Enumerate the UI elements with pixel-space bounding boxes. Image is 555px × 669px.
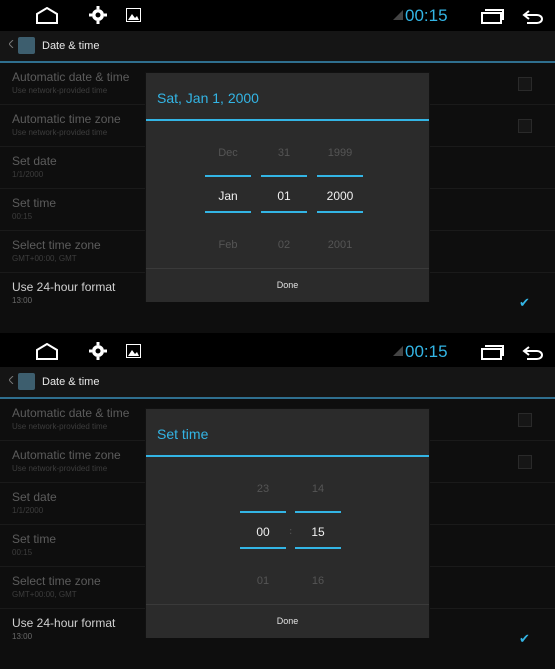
picker-divider — [261, 175, 307, 177]
up-caret-icon[interactable] — [9, 376, 14, 384]
gallery-icon[interactable] — [126, 344, 141, 358]
time-screen: 00:15 Date & time Automatic date & time … — [0, 336, 555, 669]
checkbox[interactable] — [518, 413, 532, 427]
setting-summary: 13:00 — [12, 632, 33, 641]
setting-title: Select time zone — [12, 574, 101, 588]
year-prev[interactable]: 1999 — [316, 147, 364, 159]
setting-title: Set time — [12, 196, 57, 210]
gallery-icon[interactable] — [126, 8, 141, 22]
dialog-title-divider — [146, 455, 429, 457]
picker-divider — [240, 511, 286, 513]
status-clock: 00:15 — [405, 342, 448, 361]
setting-summary: GMT+00:00, GMT — [12, 254, 77, 263]
checkbox[interactable] — [518, 455, 532, 469]
action-bar-title: Date & time — [42, 40, 100, 52]
settings-app-icon[interactable] — [18, 37, 35, 54]
year-picker[interactable]: 1999 2000 2001 — [316, 121, 364, 268]
setting-title: Set time — [12, 532, 57, 546]
home-icon[interactable] — [35, 7, 59, 24]
settings-icon[interactable] — [88, 341, 108, 361]
done-button[interactable]: Done — [146, 605, 429, 638]
action-bar: Date & time — [0, 367, 555, 399]
setting-title: Set date — [12, 154, 57, 168]
settings-app-icon[interactable] — [18, 373, 35, 390]
action-bar: Date & time — [0, 31, 555, 63]
system-bar: 00:15 — [0, 336, 555, 367]
dialog-title: Sat, Jan 1, 2000 — [157, 90, 259, 106]
hour-next[interactable]: 01 — [239, 575, 287, 587]
dialog-footer: Done — [146, 268, 429, 302]
setting-summary: 00:15 — [12, 548, 33, 557]
minute-picker[interactable]: 14 15 16 — [294, 457, 342, 604]
setting-summary: GMT+00:00, GMT — [12, 590, 77, 599]
hour-prev[interactable]: 23 — [239, 483, 287, 495]
year-next[interactable]: 2001 — [316, 239, 364, 251]
picker-divider — [205, 211, 251, 213]
month-current[interactable]: Jan — [204, 189, 252, 203]
year-current[interactable]: 2000 — [316, 189, 364, 203]
setting-title: Automatic date & time — [12, 406, 130, 420]
signal-icon — [393, 346, 403, 356]
picker-divider — [295, 511, 341, 513]
checkmark-icon[interactable]: ✔ — [519, 632, 530, 647]
setting-title: Automatic time zone — [12, 448, 121, 462]
done-button[interactable]: Done — [146, 269, 429, 302]
day-current[interactable]: 01 — [260, 189, 308, 203]
day-prev[interactable]: 31 — [260, 147, 308, 159]
day-next[interactable]: 02 — [260, 239, 308, 251]
back-icon[interactable] — [522, 345, 544, 361]
setting-summary: 00:15 — [12, 212, 33, 221]
minute-next[interactable]: 16 — [294, 575, 342, 587]
time-separator: : — [289, 526, 293, 537]
recent-apps-icon[interactable] — [481, 345, 505, 360]
minute-current[interactable]: 15 — [294, 525, 342, 539]
checkbox[interactable] — [518, 119, 532, 133]
month-prev[interactable]: Dec — [204, 147, 252, 159]
settings-icon[interactable] — [88, 5, 108, 25]
setting-title: Select time zone — [12, 238, 101, 252]
setting-title: Set date — [12, 490, 57, 504]
time-picker-dialog: Set time 23 00 01 : 14 15 16 Done — [146, 409, 429, 638]
month-next[interactable]: Feb — [204, 239, 252, 251]
checkbox[interactable] — [518, 77, 532, 91]
system-bar: 00:15 — [0, 0, 555, 31]
signal-icon — [393, 10, 403, 20]
setting-summary: Use network-provided time — [12, 86, 108, 95]
picker-divider — [205, 175, 251, 177]
setting-title: Automatic date & time — [12, 70, 130, 84]
setting-summary: 1/1/2000 — [12, 170, 44, 179]
action-bar-title: Date & time — [42, 376, 100, 388]
minute-prev[interactable]: 14 — [294, 483, 342, 495]
date-picker-dialog: Sat, Jan 1, 2000 Dec Jan Feb 31 01 02 19… — [146, 73, 429, 302]
status-clock: 00:15 — [405, 6, 448, 25]
date-screen: 00:15 Date & time Automatic date & time … — [0, 0, 555, 333]
recent-apps-icon[interactable] — [481, 9, 505, 24]
setting-title: Use 24-hour format — [12, 280, 116, 294]
picker-divider — [261, 211, 307, 213]
hour-current[interactable]: 00 — [239, 525, 287, 539]
up-caret-icon[interactable] — [9, 40, 14, 48]
setting-title: Use 24-hour format — [12, 616, 116, 630]
dialog-title: Set time — [157, 426, 209, 442]
setting-summary: 1/1/2000 — [12, 506, 44, 515]
picker-divider — [295, 547, 341, 549]
setting-summary: Use network-provided time — [12, 464, 108, 473]
setting-summary: Use network-provided time — [12, 128, 108, 137]
back-icon[interactable] — [522, 9, 544, 25]
checkmark-icon[interactable]: ✔ — [519, 296, 530, 311]
hour-picker[interactable]: 23 00 01 — [239, 457, 287, 604]
month-picker[interactable]: Dec Jan Feb — [204, 121, 252, 268]
setting-summary: 13:00 — [12, 296, 33, 305]
picker-divider — [317, 211, 363, 213]
picker-divider — [317, 175, 363, 177]
setting-title: Automatic time zone — [12, 112, 121, 126]
day-picker[interactable]: 31 01 02 — [260, 121, 308, 268]
dialog-footer: Done — [146, 604, 429, 638]
setting-summary: Use network-provided time — [12, 422, 108, 431]
home-icon[interactable] — [35, 343, 59, 360]
picker-divider — [240, 547, 286, 549]
